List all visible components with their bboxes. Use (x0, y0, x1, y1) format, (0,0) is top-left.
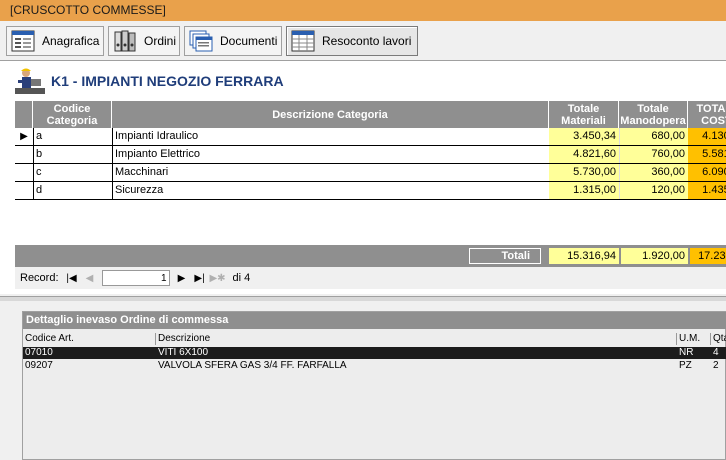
table-row[interactable]: b Impianto Elettrico 4.821,60 760,00 5.5… (15, 146, 726, 164)
cell-manodopera[interactable]: 680,00 (619, 128, 688, 145)
report-grid-icon (291, 30, 315, 52)
totals-bar: Totali 15.316,94 1.920,00 17.236,94 (15, 245, 726, 267)
window-title: [CRUSCOTTO COMMESSE] (0, 0, 726, 21)
table-row[interactable]: ▶ a Impianti Idraulico 3.450,34 680,00 4… (15, 128, 726, 146)
cell-codice[interactable]: b (33, 146, 112, 163)
detail-cell-qta: 4 (713, 347, 719, 358)
cell-manodopera[interactable]: 120,00 (619, 182, 688, 199)
column-header-materiali[interactable]: Totale Materiali (549, 101, 619, 128)
summary-panel: K1 - IMPIANTI NEGOZIO FERRARA Codice Cat… (0, 60, 726, 294)
record-label: Record: (20, 272, 59, 284)
detail-cell-qta: 2 (713, 360, 719, 371)
detail-cell-um: PZ (679, 360, 692, 371)
cell-costi[interactable]: 5.581,60 (688, 146, 726, 163)
cell-costi[interactable]: 1.435,00 (688, 182, 726, 199)
cell-costi[interactable]: 4.130,34 (688, 128, 726, 145)
cell-materiali[interactable]: 3.450,34 (549, 128, 619, 145)
new-record-icon[interactable]: ▶✱ (209, 270, 227, 286)
detail-header-codice[interactable]: Codice Art. (23, 333, 156, 345)
detail-cell-descrizione: VITI 6X100 (158, 347, 209, 358)
totals-label: Totali (469, 248, 541, 264)
cell-descrizione[interactable]: Impianto Elettrico (112, 146, 549, 163)
list-item[interactable]: 09207 VALVOLA SFERA GAS 3/4 FF. FARFALLA… (23, 360, 726, 372)
record-navigator: Record: |◀ ◀ ▶ ▶| ▶✱ di 4 (15, 267, 726, 289)
page-header: K1 - IMPIANTI NEGOZIO FERRARA (15, 66, 284, 96)
tab-anagrafica[interactable]: Anagrafica (6, 26, 104, 56)
page-title: K1 - IMPIANTI NEGOZIO FERRARA (51, 73, 284, 89)
tab-label: Anagrafica (42, 34, 100, 48)
tab-documenti[interactable]: Documenti (184, 26, 282, 56)
table-row[interactable]: d Sicurezza 1.315,00 120,00 1.435,00 (15, 182, 726, 200)
detail-cell-codice: 07010 (25, 347, 53, 358)
cell-manodopera[interactable]: 760,00 (619, 146, 688, 163)
previous-record-icon[interactable]: ◀ (81, 270, 99, 286)
tab-resoconto-lavori[interactable]: Resoconto lavori (286, 26, 418, 56)
cell-costi[interactable]: 6.090,00 (688, 164, 726, 181)
row-selector-header (15, 101, 33, 128)
cell-codice[interactable]: d (33, 182, 112, 199)
cell-codice[interactable]: a (33, 128, 112, 145)
column-header-descrizione[interactable]: Descrizione Categoria (112, 101, 549, 128)
column-header-costi[interactable]: TOTALE COSTI (688, 101, 726, 128)
tab-label: Resoconto lavori (322, 34, 412, 48)
form-icon (11, 30, 35, 52)
detail-panel: Dettaglio inevaso Ordine di commessa Cod… (22, 311, 726, 460)
last-record-icon[interactable]: ▶| (191, 270, 209, 286)
cell-descrizione[interactable]: Macchinari (112, 164, 549, 181)
first-record-icon[interactable]: |◀ (63, 270, 81, 286)
tab-strip: Anagrafica Ordini Documenti Resoconto la… (0, 22, 726, 60)
current-record-arrow-icon: ▶ (20, 131, 28, 142)
detail-header-qta[interactable]: Qta (711, 333, 726, 345)
detail-cell-um: NR (679, 347, 694, 358)
panel-divider (0, 296, 726, 301)
table-row[interactable]: c Macchinari 5.730,00 360,00 6.090,00 (15, 164, 726, 182)
worker-icon (15, 68, 45, 94)
cell-descrizione[interactable]: Impianti Idraulico (112, 128, 549, 145)
tab-ordini[interactable]: Ordini (108, 26, 180, 56)
tab-label: Documenti (220, 34, 278, 48)
total-costi: 17.236,94 (690, 248, 726, 264)
column-header-manodopera[interactable]: Totale Manodopera (619, 101, 688, 128)
total-materiali: 15.316,94 (549, 248, 619, 264)
cell-materiali[interactable]: 4.821,60 (549, 146, 619, 163)
cell-codice[interactable]: c (33, 164, 112, 181)
column-header-codice[interactable]: Codice Categoria (33, 101, 112, 128)
cell-descrizione[interactable]: Sicurezza (112, 182, 549, 199)
record-count: di 4 (232, 272, 251, 284)
record-number-input[interactable] (101, 270, 170, 286)
list-item[interactable]: 07010 VITI 6X100 NR 4 (23, 347, 726, 359)
detail-cell-descrizione: VALVOLA SFERA GAS 3/4 FF. FARFALLA (158, 360, 347, 371)
next-record-icon[interactable]: ▶ (173, 270, 191, 286)
tab-label: Ordini (144, 34, 177, 48)
detail-cell-codice: 09207 (25, 360, 53, 371)
cell-materiali[interactable]: 1.315,00 (549, 182, 619, 199)
detail-title: Dettaglio inevaso Ordine di commessa (23, 312, 726, 329)
documents-icon (189, 30, 213, 52)
detail-header-descrizione[interactable]: Descrizione (156, 333, 677, 345)
cell-materiali[interactable]: 5.730,00 (549, 164, 619, 181)
detail-header-um[interactable]: U.M. (677, 333, 711, 345)
total-manodopera: 1.920,00 (621, 248, 688, 264)
cell-manodopera[interactable]: 360,00 (619, 164, 688, 181)
binders-icon (114, 30, 136, 52)
